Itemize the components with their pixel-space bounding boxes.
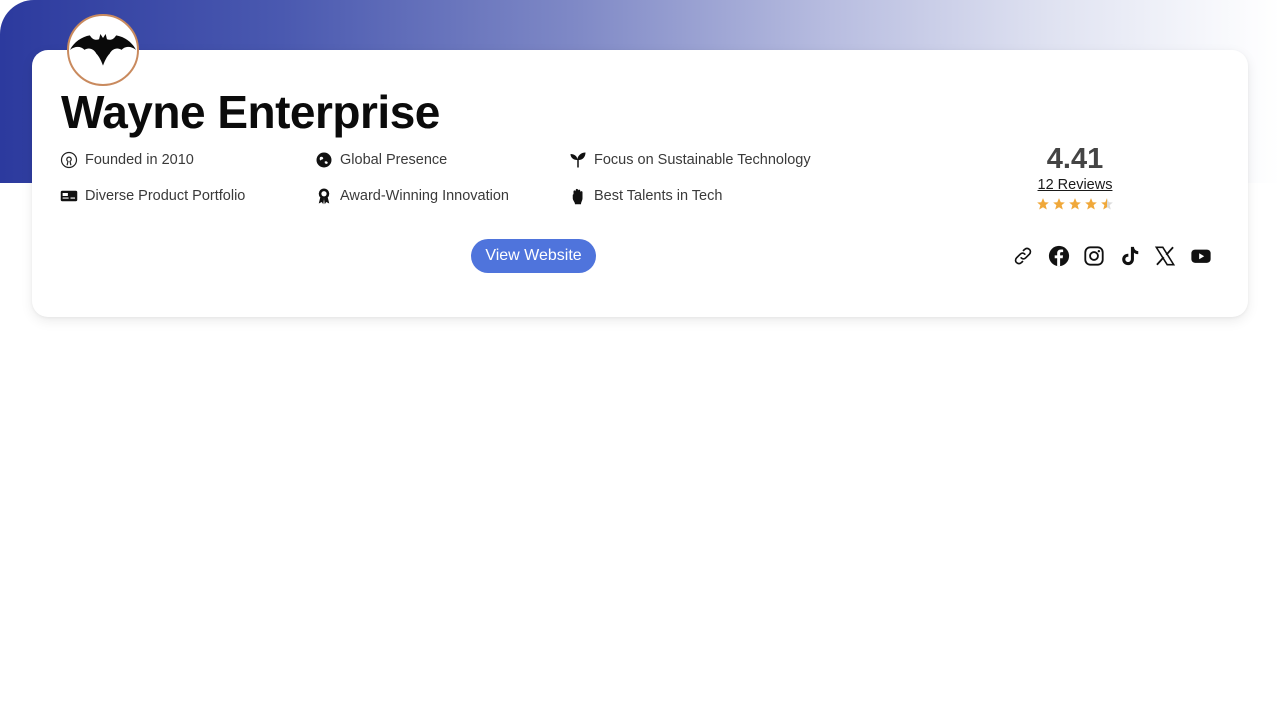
feature-label: Global Presence: [340, 152, 448, 168]
award-icon: [318, 188, 330, 205]
company-name: Wayne Enterprise: [61, 86, 440, 138]
feature-label: Best Talents in Tech: [594, 188, 723, 204]
view-website-button[interactable]: View Website: [471, 239, 596, 273]
x-icon: [1154, 246, 1176, 266]
social-link-tiktok[interactable]: [1119, 243, 1141, 269]
company-logo: [67, 14, 139, 86]
star-icon: [1053, 198, 1065, 210]
feature-award: Award-Winning Innovation: [315, 186, 509, 206]
fist-icon: [572, 188, 583, 205]
feature-sustainable: Focus on Sustainable Technology: [569, 150, 811, 170]
star-half-icon: [1101, 198, 1113, 210]
social-link-website[interactable]: [1012, 243, 1034, 269]
social-links: [1012, 243, 1212, 269]
tiktok-icon: [1121, 246, 1138, 266]
feature-label: Focus on Sustainable Technology: [594, 152, 811, 168]
feature-global: Global Presence: [315, 150, 447, 170]
feature-founded: Founded in 2010: [60, 150, 194, 170]
social-link-instagram[interactable]: [1083, 243, 1105, 269]
rating-summary: 4.41 12 Reviews: [1020, 142, 1130, 211]
facebook-icon: [1048, 245, 1069, 267]
star-icon: [1085, 198, 1097, 210]
feature-label: Award-Winning Innovation: [340, 188, 509, 204]
social-link-facebook[interactable]: [1048, 243, 1070, 269]
link-icon: [1014, 247, 1032, 265]
rating-value: 4.41: [1046, 143, 1104, 175]
sprout-icon: [570, 152, 586, 168]
reviews-link[interactable]: 12 Reviews: [1020, 176, 1130, 194]
social-link-youtube[interactable]: [1190, 243, 1212, 269]
open-source-icon: [60, 151, 78, 169]
feature-portfolio: Diverse Product Portfolio: [60, 186, 245, 206]
feature-talents: Best Talents in Tech: [569, 186, 722, 206]
star-icon: [1037, 198, 1049, 210]
star-rating: [1020, 197, 1130, 211]
globe-icon: [316, 152, 332, 168]
instagram-icon: [1084, 246, 1104, 266]
star-icon: [1069, 198, 1081, 210]
bat-icon: [70, 33, 136, 66]
feature-label: Diverse Product Portfolio: [85, 188, 246, 204]
social-link-x[interactable]: [1154, 243, 1176, 269]
id-card-icon: [60, 190, 78, 202]
youtube-icon: [1190, 249, 1211, 263]
feature-label: Founded in 2010: [85, 152, 194, 168]
